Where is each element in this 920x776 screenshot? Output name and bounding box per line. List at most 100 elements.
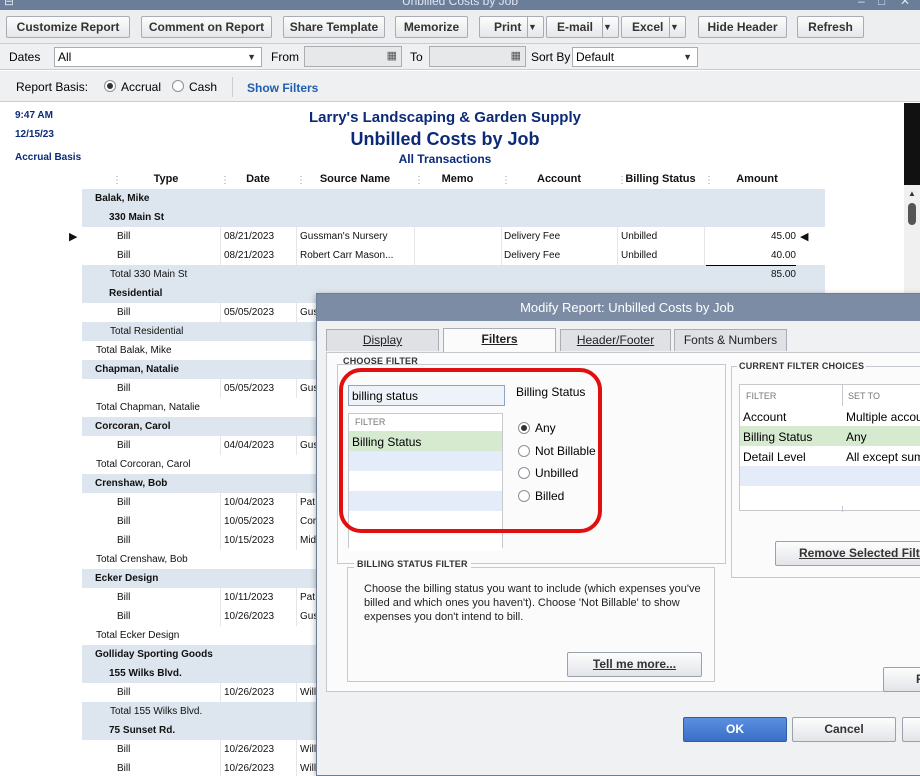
to-date-field[interactable]: ▦ — [429, 46, 526, 67]
status-cell: Unbilled — [621, 231, 658, 242]
cell-divider — [501, 246, 502, 265]
cell-divider — [296, 740, 297, 759]
tab-fonts-numbers[interactable]: Fonts & Numbers — [674, 329, 787, 351]
date-cell: 10/26/2023 — [224, 744, 275, 755]
help-button[interactable] — [902, 717, 920, 742]
share-template-button[interactable]: Share Template — [283, 16, 385, 38]
cell-divider — [220, 246, 221, 265]
scroll-up-icon[interactable]: ▲ — [908, 189, 916, 198]
cell-divider — [220, 303, 221, 322]
scrollbar-track-top — [904, 103, 920, 185]
chevron-down-icon[interactable]: ▼ — [669, 17, 685, 37]
current-filter-value: Multiple accou — [846, 410, 920, 424]
cell-divider — [296, 512, 297, 531]
column-resize-handle[interactable]: ⋮ — [501, 175, 511, 186]
tab-filters[interactable]: Filters — [443, 328, 556, 352]
report-time: 9:47 AM — [15, 110, 53, 121]
column-header[interactable]: Type — [112, 173, 220, 185]
show-filters-link[interactable]: Show Filters — [247, 81, 318, 95]
current-filters-table[interactable]: FILTER SET TO Account Multiple accou Billi… — [739, 384, 920, 512]
list-item[interactable] — [740, 486, 920, 506]
tab-header-footer[interactable]: Header/Footer — [560, 329, 671, 351]
list-item[interactable]: Detail Level All except sum — [740, 446, 920, 466]
column-resize-handle[interactable]: ⋮ — [296, 175, 306, 186]
column-header[interactable]: Date — [220, 173, 296, 185]
column-header[interactable]: Account — [501, 173, 617, 185]
tab-fonts-numbers-label: Fonts & Numbers — [683, 333, 778, 347]
report-basis-label: Report Basis: — [16, 80, 89, 94]
accrual-radio[interactable] — [104, 80, 116, 92]
amount-cell: 45.00 — [770, 231, 796, 242]
chevron-down-icon[interactable]: ▼ — [602, 17, 618, 37]
memorize-button[interactable]: Memorize — [395, 16, 468, 38]
cell-divider — [220, 512, 221, 531]
subgroup-label: 155 Wilks Blvd. — [109, 668, 182, 679]
dates-select[interactable]: All ▼ — [54, 47, 262, 67]
quickbooks-window: Unbilled Costs by Job ⊟ – □ ✕ Customize … — [0, 0, 920, 776]
cell-divider — [296, 683, 297, 702]
close-icon[interactable]: ✕ — [900, 0, 910, 8]
column-resize-handle[interactable]: ⋮ — [220, 175, 230, 186]
total-amount: 85.00 — [770, 269, 796, 280]
tell-me-more-button[interactable]: Tell me more... — [567, 652, 702, 677]
group-row[interactable] — [82, 208, 825, 227]
group-total-label: Total Corcoran, Carol — [96, 459, 191, 470]
type-cell: Bill — [117, 250, 131, 261]
cell-divider — [296, 607, 297, 626]
cash-label: Cash — [189, 80, 218, 94]
type-cell: Bill — [117, 592, 131, 603]
hide-header-button[interactable]: Hide Header — [698, 16, 787, 38]
list-item[interactable]: Billing Status Any — [740, 426, 920, 446]
list-item[interactable] — [349, 531, 502, 551]
subgroup-label: 330 Main St — [109, 212, 165, 223]
list-item[interactable]: Account Multiple accou — [740, 406, 920, 426]
column-header[interactable]: Source Name — [296, 173, 414, 185]
report-toolbar: Customize Report Comment on Report Share… — [0, 10, 920, 44]
column-resize-handle[interactable]: ⋮ — [704, 175, 714, 186]
type-cell: Bill — [117, 611, 131, 622]
column-header[interactable]: Memo — [414, 173, 501, 185]
excel-label: Excel — [632, 20, 664, 34]
maximize-icon[interactable]: □ — [878, 0, 885, 8]
cancel-button[interactable]: Cancel — [792, 717, 896, 742]
type-cell: Bill — [117, 516, 131, 527]
source-cell: Mid — [300, 535, 317, 546]
column-header[interactable]: Billing Status — [617, 173, 704, 185]
print-button[interactable]: Print ▼ — [479, 16, 544, 38]
cell-divider — [617, 246, 618, 265]
tab-display[interactable]: Display — [326, 329, 439, 351]
report-title: Unbilled Costs by Job — [350, 129, 540, 149]
column-resize-handle[interactable]: ⋮ — [112, 175, 122, 186]
comment-report-button[interactable]: Comment on Report — [141, 16, 272, 38]
list-item[interactable] — [740, 466, 920, 486]
cash-radio[interactable] — [172, 80, 184, 92]
current-filter-value: All except sum — [846, 450, 920, 464]
minimize-icon[interactable]: – — [858, 0, 865, 8]
from-date-field[interactable]: ▦ — [304, 46, 402, 67]
column-header[interactable]: Amount — [704, 173, 810, 185]
group-total-label: Total Balak, Mike — [96, 345, 172, 356]
date-cell: 10/26/2023 — [224, 611, 275, 622]
customize-report-button[interactable]: Customize Report — [6, 16, 130, 38]
scrollbar-thumb[interactable] — [908, 203, 916, 225]
calendar-icon[interactable]: ▦ — [511, 49, 521, 62]
date-cell: 08/21/2023 — [224, 250, 275, 261]
column-resize-handle[interactable]: ⋮ — [414, 175, 424, 186]
ok-button[interactable]: OK — [683, 717, 787, 742]
sort-by-select[interactable]: Default ▼ — [572, 47, 698, 67]
date-cell: 10/15/2023 — [224, 535, 275, 546]
group-row[interactable] — [82, 189, 825, 208]
tab-header-footer-label: Header/Footer — [576, 333, 655, 347]
email-button[interactable]: E-mail ▼ — [546, 16, 619, 38]
revert-button[interactable]: R — [883, 667, 920, 692]
chevron-down-icon[interactable]: ▼ — [527, 17, 543, 37]
report-basis-bar: Report Basis: Accrual Cash Show Filters — [0, 71, 920, 102]
cell-divider — [220, 531, 221, 550]
excel-button[interactable]: Excel ▼ — [621, 16, 686, 38]
remove-selected-filter-button[interactable]: Remove Selected Filte — [775, 541, 920, 566]
window-menu-icon[interactable]: ⊟ — [4, 0, 14, 8]
calendar-icon[interactable]: ▦ — [387, 49, 397, 62]
cell-divider — [220, 607, 221, 626]
column-resize-handle[interactable]: ⋮ — [617, 175, 627, 186]
refresh-button[interactable]: Refresh — [797, 16, 864, 38]
